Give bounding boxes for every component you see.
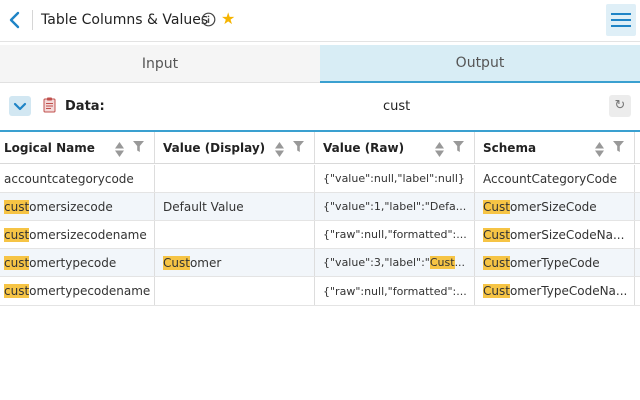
search-highlight: Cust (429, 256, 455, 269)
chevron-down-icon (13, 102, 27, 111)
search-highlight: cust (4, 255, 30, 270)
sort-icon[interactable] (275, 142, 284, 157)
cell-value-display[interactable]: Cust omer (155, 249, 315, 276)
search-highlight: Cust (483, 255, 510, 270)
sort-icon[interactable] (595, 142, 604, 157)
filter-icon[interactable] (293, 141, 304, 152)
column-header-value-display[interactable]: Value (Display) (155, 132, 315, 163)
star-icon[interactable]: ★ (221, 11, 235, 27)
cell-logical-name[interactable]: accountcategorycode (0, 165, 155, 192)
table-row[interactable]: cust omersizecode Default Value {"value":… (0, 193, 640, 221)
tab-bar: Input Output (0, 45, 640, 83)
data-toolbar: Data: ↻ (0, 84, 640, 128)
table-header-row: Logical Name Value (Display) Value (Raw)… (0, 132, 640, 164)
cell-logical-name[interactable]: cust omertypecodename (0, 277, 155, 305)
info-icon[interactable] (201, 12, 216, 27)
cell-schema[interactable]: AccountCategoryCode (475, 165, 635, 192)
cell-schema[interactable]: Cust omerSizeCode (475, 193, 635, 220)
search-highlight: Cust (483, 284, 510, 298)
search-highlight: cust (4, 199, 30, 214)
chevron-left-icon[interactable] (6, 10, 24, 30)
column-header-logical-name[interactable]: Logical Name (0, 132, 155, 163)
row-spacer (635, 277, 640, 305)
row-spacer (635, 165, 640, 192)
clipboard-icon (43, 97, 56, 113)
filter-icon[interactable] (133, 141, 144, 152)
search-highlight: Cust (483, 199, 510, 214)
cell-value-raw[interactable]: {"raw":null,"formatted":... (315, 277, 475, 305)
table-row[interactable]: cust omertypecodename {"raw":null,"format… (0, 277, 640, 306)
tab-output[interactable]: Output (320, 45, 640, 83)
cell-schema[interactable]: Cust omerTypeCodeNa... (475, 277, 635, 305)
cell-logical-name[interactable]: cust omersizecodename (0, 221, 155, 248)
cell-value-display[interactable]: Default Value (155, 193, 315, 220)
search-highlight: cust (4, 284, 30, 298)
cell-value-raw[interactable]: {"raw":null,"formatted":... (315, 221, 475, 248)
cell-value-display[interactable] (155, 277, 315, 305)
header-divider (32, 10, 33, 30)
column-spacer (635, 132, 640, 163)
column-header-value-raw[interactable]: Value (Raw) (315, 132, 475, 163)
table-row[interactable]: accountcategorycode {"value":null,"label… (0, 165, 640, 193)
cell-value-display[interactable] (155, 221, 315, 248)
sort-icon[interactable] (115, 142, 124, 157)
filter-icon[interactable] (453, 141, 464, 152)
filter-icon[interactable] (613, 141, 624, 152)
cell-value-raw[interactable]: {"value":null,"label":null} (315, 165, 475, 192)
page-title: Table Columns & Values (41, 12, 209, 28)
cell-logical-name[interactable]: cust omertypecode (0, 249, 155, 276)
cell-value-raw[interactable]: {"value":1,"label":"Defa... (315, 193, 475, 220)
cell-value-raw[interactable]: {"value":3,"label":" Cust... (315, 249, 475, 276)
row-spacer (635, 249, 640, 276)
search-highlight: Cust (483, 227, 510, 242)
table-row[interactable]: cust omertypecode Cust omer {"value":3,"la… (0, 249, 640, 277)
search-highlight: Cust (163, 255, 190, 270)
row-spacer (635, 193, 640, 220)
cell-schema[interactable]: Cust omerSizeCodeNa... (475, 221, 635, 248)
search-highlight: cust (4, 227, 30, 242)
cell-schema[interactable]: Cust omerTypeCode (475, 249, 635, 276)
search-input[interactable] (383, 95, 599, 117)
hamburger-icon (611, 13, 631, 15)
collapse-button[interactable] (9, 96, 31, 116)
column-header-schema[interactable]: Schema (475, 132, 635, 163)
table-row[interactable]: cust omersizecodename {"raw":null,"format… (0, 221, 640, 249)
app-header: Table Columns & Values ★ (0, 0, 640, 42)
data-label: Data: (65, 99, 105, 114)
cell-logical-name[interactable]: cust omersizecode (0, 193, 155, 220)
row-spacer (635, 221, 640, 248)
sort-icon[interactable] (435, 142, 444, 157)
hamburger-menu-button[interactable] (606, 4, 636, 36)
refresh-icon[interactable]: ↻ (609, 95, 631, 117)
tab-input[interactable]: Input (0, 45, 320, 83)
cell-value-display[interactable] (155, 165, 315, 192)
